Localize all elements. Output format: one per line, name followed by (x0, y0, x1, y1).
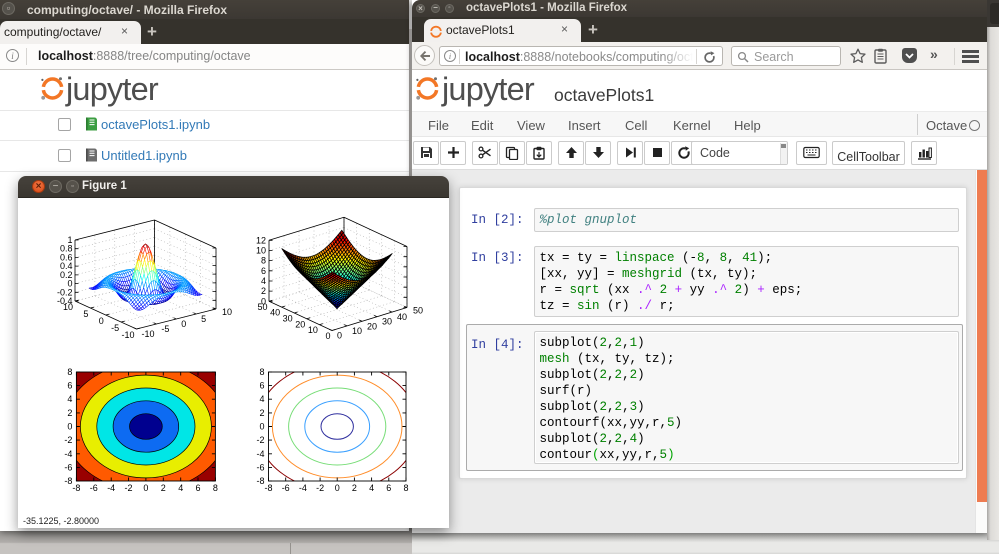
svg-text:2: 2 (352, 483, 357, 493)
svg-text:0: 0 (335, 483, 340, 493)
svg-text:6: 6 (261, 266, 266, 276)
svg-text:2: 2 (161, 483, 166, 493)
svg-text:40: 40 (397, 312, 407, 322)
svg-text:-2: -2 (256, 435, 264, 445)
svg-text:-4: -4 (107, 483, 115, 493)
svg-text:-2: -2 (64, 435, 72, 445)
svg-text:5: 5 (201, 314, 206, 324)
svg-text:-2: -2 (124, 483, 132, 493)
svg-text:10: 10 (222, 307, 232, 317)
svg-text:10: 10 (256, 246, 266, 256)
svg-text:10: 10 (352, 326, 362, 336)
svg-text:-2: -2 (316, 483, 324, 493)
svg-text:8: 8 (261, 256, 266, 266)
svg-text:10: 10 (63, 302, 73, 312)
svg-text:50: 50 (413, 306, 423, 316)
svg-text:8: 8 (259, 367, 264, 377)
svg-text:-5: -5 (111, 323, 119, 333)
svg-text:0: 0 (143, 483, 148, 493)
svg-text:4: 4 (259, 394, 264, 404)
svg-text:50: 50 (257, 302, 267, 312)
svg-text:2: 2 (261, 286, 266, 296)
svg-text:4: 4 (369, 483, 374, 493)
svg-text:2: 2 (67, 408, 72, 418)
svg-text:10: 10 (308, 325, 318, 335)
svg-text:-4: -4 (299, 483, 307, 493)
svg-text:6: 6 (67, 381, 72, 391)
svg-text:20: 20 (295, 319, 305, 329)
svg-text:-4: -4 (64, 449, 72, 459)
svg-text:20: 20 (367, 321, 377, 331)
svg-text:-8: -8 (72, 483, 80, 493)
svg-text:8: 8 (213, 483, 218, 493)
svg-text:-6: -6 (256, 462, 264, 472)
svg-text:-8: -8 (256, 476, 264, 486)
svg-text:40: 40 (270, 308, 280, 318)
svg-text:0: 0 (67, 422, 72, 432)
svg-text:-6: -6 (282, 483, 290, 493)
svg-text:6: 6 (259, 381, 264, 391)
svg-text:6: 6 (386, 483, 391, 493)
svg-text:6: 6 (195, 483, 200, 493)
svg-text:-5: -5 (161, 324, 169, 334)
svg-text:8: 8 (403, 483, 408, 493)
svg-text:0: 0 (337, 331, 342, 341)
svg-text:4: 4 (178, 483, 183, 493)
svg-text:12: 12 (256, 235, 266, 245)
svg-text:0: 0 (259, 422, 264, 432)
svg-text:0: 0 (181, 319, 186, 329)
svg-text:4: 4 (261, 276, 266, 286)
svg-text:-6: -6 (64, 462, 72, 472)
svg-text:-6: -6 (90, 483, 98, 493)
svg-text:5: 5 (83, 309, 88, 319)
svg-text:-10: -10 (121, 330, 134, 340)
svg-text:0: 0 (325, 331, 330, 341)
svg-text:30: 30 (382, 317, 392, 327)
svg-text:8: 8 (67, 367, 72, 377)
svg-text:2: 2 (259, 408, 264, 418)
svg-text:0: 0 (99, 316, 104, 326)
svg-text:-8: -8 (64, 476, 72, 486)
svg-text:-8: -8 (264, 483, 272, 493)
svg-text:4: 4 (67, 394, 72, 404)
svg-text:-4: -4 (256, 449, 264, 459)
svg-text:30: 30 (283, 314, 293, 324)
svg-text:-10: -10 (142, 329, 155, 339)
